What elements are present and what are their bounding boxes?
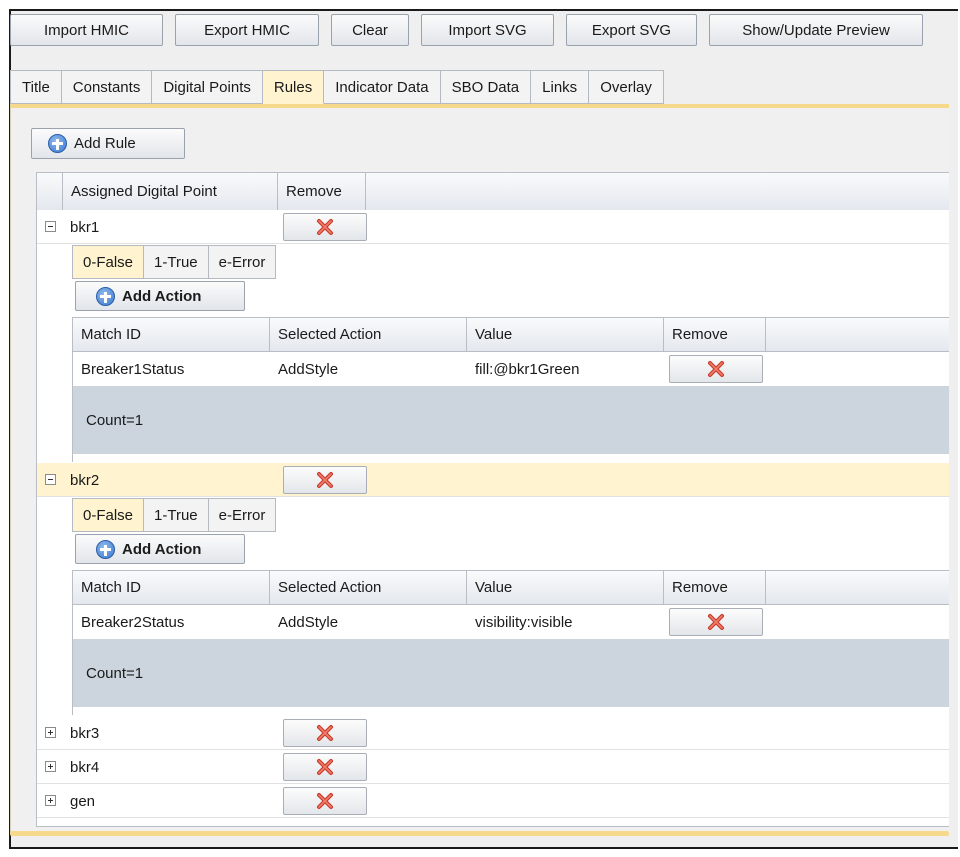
add-action-button[interactable]: Add Action xyxy=(75,534,245,564)
tab-e-error[interactable]: e-Error xyxy=(208,245,277,279)
column-header-assigned-digital-point[interactable]: Assigned Digital Point xyxy=(63,173,278,210)
column-header-selected-action[interactable]: Selected Action xyxy=(270,318,467,352)
remove-rule-button[interactable] xyxy=(283,787,367,815)
import-hmic-button[interactable]: Import HMIC xyxy=(10,14,163,46)
remove-rule-button[interactable] xyxy=(283,213,367,241)
collapse-icon[interactable] xyxy=(45,221,56,232)
red-x-icon xyxy=(317,472,333,488)
column-header-value[interactable]: Value xyxy=(467,318,664,352)
grid-header-filler xyxy=(766,318,949,352)
tab-digital-points[interactable]: Digital Points xyxy=(152,70,263,104)
show-update-preview-button[interactable]: Show/Update Preview xyxy=(709,14,923,46)
collapse-icon[interactable] xyxy=(45,474,56,485)
import-svg-button[interactable]: Import SVG xyxy=(421,14,554,46)
tab-0-false[interactable]: 0-False xyxy=(72,245,145,279)
column-header-selected-action[interactable]: Selected Action xyxy=(270,571,467,605)
selected-action-cell[interactable]: AddStyle xyxy=(270,352,467,386)
tab-1-true[interactable]: 1-True xyxy=(144,498,209,532)
add-action-button[interactable]: Add Action xyxy=(75,281,245,311)
value-cell[interactable]: fill:@bkr1Green xyxy=(467,352,664,386)
expand-icon[interactable] xyxy=(45,727,56,738)
add-action-label: Add Action xyxy=(122,287,202,305)
rule-row-bkr1[interactable]: bkr1 xyxy=(37,210,949,244)
red-x-icon xyxy=(708,361,724,377)
tab-1-true[interactable]: 1-True xyxy=(144,245,209,279)
clear-button[interactable]: Clear xyxy=(331,14,409,46)
count-label: Count=1 xyxy=(86,411,144,429)
red-x-icon xyxy=(317,793,333,809)
rule-name: bkr3 xyxy=(70,724,100,742)
tab-indicator-data[interactable]: Indicator Data xyxy=(324,70,441,104)
tab-overlay[interactable]: Overlay xyxy=(589,70,664,104)
rule-row-bkr4[interactable]: bkr4 xyxy=(37,750,949,784)
export-svg-button[interactable]: Export SVG xyxy=(566,14,697,46)
grid-header-filler xyxy=(766,571,949,605)
add-rule-label: Add Rule xyxy=(74,135,136,152)
count-bar: Count=1 xyxy=(73,386,949,454)
panel-bottom-bar xyxy=(10,831,949,836)
expand-icon[interactable] xyxy=(45,795,56,806)
match-id-cell[interactable]: Breaker2Status xyxy=(73,605,270,639)
tab-title[interactable]: Title xyxy=(10,70,62,104)
state-tabs: 0-False 1-True e-Error xyxy=(72,245,277,279)
rule-row-bkr2[interactable]: bkr2 xyxy=(37,463,949,497)
expand-icon[interactable] xyxy=(45,761,56,772)
column-header-remove[interactable]: Remove xyxy=(278,173,366,210)
column-header-match-id[interactable]: Match ID xyxy=(73,571,270,605)
selected-action-cell[interactable]: AddStyle xyxy=(270,605,467,639)
match-id-cell[interactable]: Breaker1Status xyxy=(73,352,270,386)
state-tabs: 0-False 1-True e-Error xyxy=(72,498,277,532)
remove-rule-button[interactable] xyxy=(283,719,367,747)
rule-detail-bkr2: 0-False 1-True e-Error Add Action Match … xyxy=(72,498,949,716)
rule-detail-bkr1: 0-False 1-True e-Error Add Action Match … xyxy=(72,245,949,463)
remove-action-button[interactable] xyxy=(669,355,763,383)
plus-circle-icon xyxy=(48,134,67,153)
actions-grid: Match ID Selected Action Value Remove Br… xyxy=(72,317,949,462)
red-x-icon xyxy=(317,219,333,235)
add-action-label: Add Action xyxy=(122,540,202,558)
column-header-remove[interactable]: Remove xyxy=(664,318,766,352)
count-label: Count=1 xyxy=(86,664,144,682)
remove-action-button[interactable] xyxy=(669,608,763,636)
rule-row-bkr3[interactable]: bkr3 xyxy=(37,716,949,750)
remove-rule-button[interactable] xyxy=(283,466,367,494)
grid-header-spacer xyxy=(37,173,63,210)
rule-name: bkr1 xyxy=(70,218,100,236)
plus-circle-icon xyxy=(96,539,115,559)
plus-circle-icon xyxy=(96,286,115,306)
main-tabs: Title Constants Digital Points Rules Ind… xyxy=(10,70,664,104)
column-header-match-id[interactable]: Match ID xyxy=(73,318,270,352)
column-header-value[interactable]: Value xyxy=(467,571,664,605)
red-x-icon xyxy=(317,759,333,775)
toolbar: Import HMIC Export HMIC Clear Import SVG… xyxy=(10,14,923,46)
tab-sbo-data[interactable]: SBO Data xyxy=(440,70,532,104)
export-hmic-button[interactable]: Export HMIC xyxy=(175,14,319,46)
rule-name: gen xyxy=(70,792,96,810)
column-header-remove[interactable]: Remove xyxy=(664,571,766,605)
grid-header-filler xyxy=(366,173,949,210)
add-rule-button[interactable]: Add Rule xyxy=(31,128,185,159)
red-x-icon xyxy=(708,614,724,630)
count-bar: Count=1 xyxy=(73,639,949,707)
rules-grid: Assigned Digital Point Remove bkr1 0-Fal… xyxy=(36,172,949,827)
rule-name: bkr2 xyxy=(70,471,100,489)
rule-row-gen[interactable]: gen xyxy=(37,784,949,818)
rule-name: bkr4 xyxy=(70,758,100,776)
actions-grid: Match ID Selected Action Value Remove Br… xyxy=(72,570,949,715)
tab-0-false[interactable]: 0-False xyxy=(72,498,145,532)
tab-links[interactable]: Links xyxy=(531,70,590,104)
remove-rule-button[interactable] xyxy=(283,753,367,781)
tab-e-error[interactable]: e-Error xyxy=(208,498,277,532)
red-x-icon xyxy=(317,725,333,741)
tab-rules[interactable]: Rules xyxy=(262,70,325,104)
tab-constants[interactable]: Constants xyxy=(61,70,153,104)
value-cell[interactable]: visibility:visible xyxy=(467,605,664,639)
